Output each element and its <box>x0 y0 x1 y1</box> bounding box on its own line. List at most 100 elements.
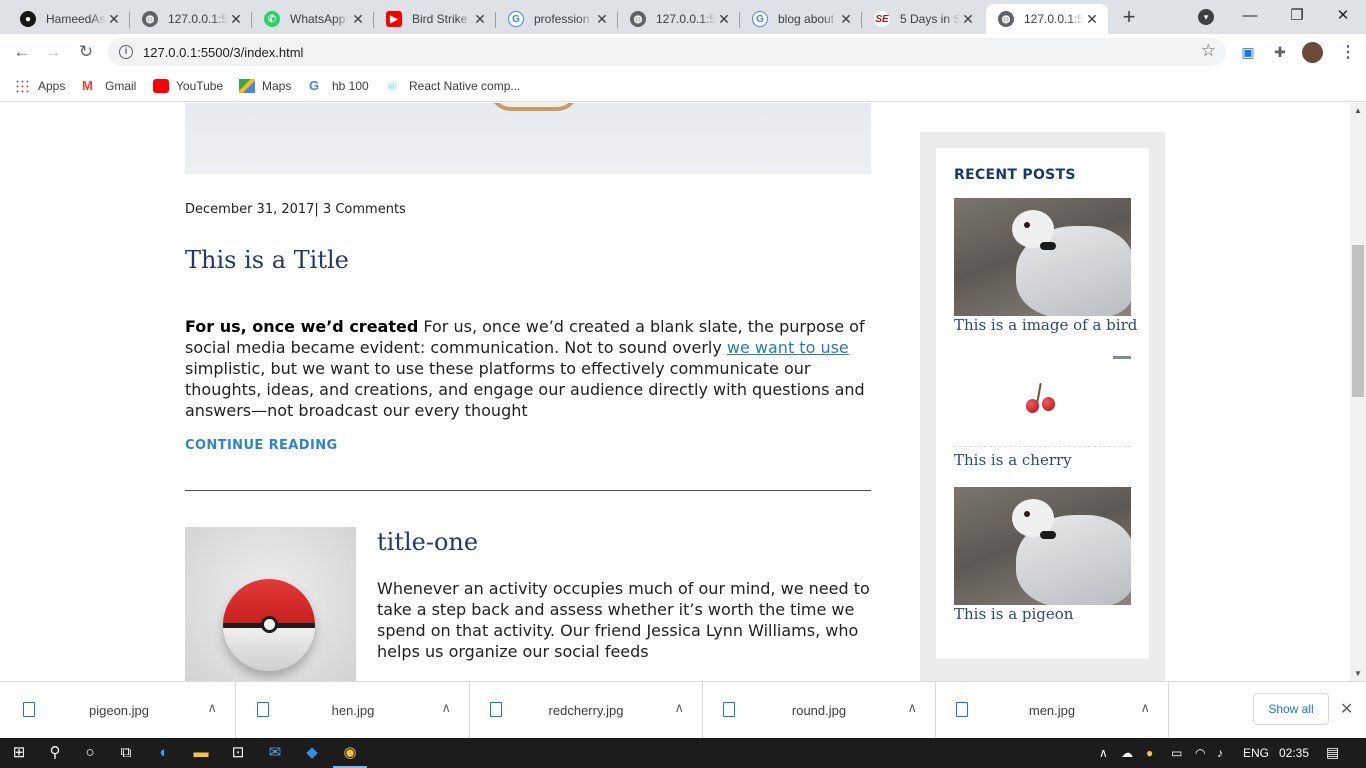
tab-title: Bird Strike <box>412 12 468 26</box>
post-title[interactable]: This is a Title <box>185 246 349 274</box>
recent-post-caption[interactable]: This is a image of a bird <box>954 316 1137 334</box>
chevron-up-icon[interactable]: ∧ <box>674 700 684 716</box>
download-item[interactable]: pigeon.jpg ∧ <box>2 682 236 739</box>
continue-reading-link[interactable]: CONTINUE READING <box>185 438 338 453</box>
tab-google-2[interactable]: G blog about ✕ <box>740 4 862 34</box>
chevron-up-icon[interactable]: ∧ <box>441 700 451 716</box>
recent-posts-heading: RECENT POSTS <box>954 167 1076 183</box>
battery-icon[interactable]: ▭ <box>1171 746 1182 760</box>
recent-post-caption[interactable]: This is a cherry <box>954 451 1072 469</box>
post-thumbnail[interactable] <box>185 527 356 681</box>
address-bar[interactable]: i 127.0.0.1:5500/3/index.html ☆ <box>108 38 1226 66</box>
tab-localhost-2[interactable]: ◍ 127.0.0.1:5 ✕ <box>618 4 740 34</box>
close-icon[interactable]: ✕ <box>106 11 122 28</box>
close-icon[interactable]: ✕ <box>594 11 610 28</box>
recent-post-image-bird[interactable] <box>954 198 1131 316</box>
post-title[interactable]: title-one <box>377 528 478 556</box>
vscode-icon[interactable]: ◆ <box>301 742 323 764</box>
excerpt-text: simplistic, but we want to use these pla… <box>185 359 865 420</box>
download-item[interactable]: hen.jpg ∧ <box>236 682 470 739</box>
restore-button[interactable]: ❐ <box>1274 4 1320 28</box>
extensions-puzzle-icon[interactable]: ✚ <box>1271 43 1289 61</box>
tab-title: 127.0.0.1:5 <box>1024 12 1084 26</box>
profile-avatar[interactable] <box>1302 42 1323 63</box>
chevron-up-icon[interactable]: ∧ <box>907 700 917 716</box>
mail-icon[interactable]: ✉ <box>264 742 286 764</box>
task-view-icon[interactable]: ⧉ <box>115 742 137 764</box>
menu-icon[interactable]: ⋮ <box>1340 42 1356 62</box>
chevron-up-icon[interactable]: ∧ <box>1140 700 1150 716</box>
file-explorer-icon[interactable]: ▬ <box>190 742 212 764</box>
recent-post-image-cherry[interactable] <box>954 353 1131 449</box>
notifications-icon[interactable]: ▤ <box>1326 744 1339 761</box>
pokeball-image <box>223 579 315 671</box>
excerpt-link[interactable]: we want to use <box>727 338 849 357</box>
close-icon[interactable]: ✕ <box>960 11 976 28</box>
tab-strip: ● HameedAs ✕ ◍ 127.0.0.1:5 ✕ ✆ WhatsApp … <box>0 0 1366 34</box>
volume-icon[interactable]: ♪ <box>1217 746 1223 760</box>
tab-search-icon[interactable]: ▾ <box>1198 9 1214 25</box>
scrollbar-thumb[interactable] <box>1352 245 1364 397</box>
tab-localhost-1[interactable]: ◍ 127.0.0.1:5 ✕ <box>130 4 252 34</box>
browser-toolbar: ← → ↻ i 127.0.0.1:5500/3/index.html ☆ ▣ … <box>0 34 1366 70</box>
security-icon[interactable]: ● <box>1146 746 1153 760</box>
tab-localhost-active[interactable]: ◍ 127.0.0.1:5 ✕ <box>986 4 1108 34</box>
bookmark-youtube[interactable]: YouTube <box>153 77 223 95</box>
bookmark-hb100[interactable]: G hb 100 <box>309 77 369 95</box>
close-icon[interactable]: ✕ <box>350 11 366 28</box>
recent-post-image-pigeon[interactable] <box>954 487 1131 605</box>
close-icon[interactable]: ✕ <box>1340 699 1353 719</box>
forward-icon[interactable]: → <box>41 40 65 64</box>
cortana-icon[interactable]: ○ <box>79 742 101 764</box>
site-info-icon[interactable]: i <box>119 45 133 59</box>
clock[interactable]: 02:35 <box>1279 746 1309 760</box>
vertical-scrollbar[interactable]: ▲ ▼ <box>1350 103 1366 681</box>
bookmark-apps[interactable]: Apps <box>15 77 65 95</box>
onedrive-icon[interactable]: ☁ <box>1121 746 1133 760</box>
language-indicator[interactable]: ENG <box>1243 746 1269 760</box>
google-icon: G <box>752 11 768 27</box>
react-icon: ⚛ <box>386 78 399 94</box>
bookmark-react-native[interactable]: ⚛ React Native comp... <box>386 77 520 95</box>
bookmark-maps[interactable]: Maps <box>239 77 291 95</box>
bookmark-label: YouTube <box>176 79 224 93</box>
close-icon[interactable]: ✕ <box>472 11 488 28</box>
post-meta: December 31, 2017| 3 Comments <box>185 202 406 217</box>
show-hidden-icons[interactable]: ∧ <box>1099 746 1108 760</box>
recent-post-caption[interactable]: This is a pigeon <box>954 605 1073 623</box>
bookmark-gmail[interactable]: M Gmail <box>82 77 136 95</box>
windows-start-icon[interactable]: ⊞ <box>8 742 30 764</box>
reload-icon[interactable]: ↻ <box>74 40 98 64</box>
store-icon[interactable]: ⊡ <box>227 742 249 764</box>
close-icon[interactable]: ✕ <box>228 11 244 28</box>
bookmark-star-icon[interactable]: ☆ <box>1201 41 1216 61</box>
back-icon[interactable]: ← <box>10 40 34 64</box>
search-icon[interactable]: ⚲ <box>44 742 66 764</box>
show-all-button[interactable]: Show all <box>1253 693 1329 725</box>
tab-github[interactable]: ● HameedAs ✕ <box>8 4 130 34</box>
tab-google-1[interactable]: G profession ✕ <box>496 4 618 34</box>
download-item[interactable]: men.jpg ∧ <box>935 682 1169 739</box>
download-item[interactable]: round.jpg ∧ <box>702 682 936 739</box>
window-close-button[interactable]: ✕ <box>1320 4 1366 28</box>
minimize-button[interactable]: — <box>1227 4 1273 28</box>
download-item[interactable]: redcherry.jpg ∧ <box>469 682 703 739</box>
tab-youtube[interactable]: ▶ Bird Strike ✕ <box>374 4 496 34</box>
chevron-up-icon[interactable]: ∧ <box>207 700 217 716</box>
url-text[interactable]: 127.0.0.1:5500/3/index.html <box>143 45 303 60</box>
tab-whatsapp[interactable]: ✆ WhatsApp ✕ <box>252 4 374 34</box>
close-icon[interactable]: ✕ <box>716 11 732 28</box>
screencast-extension-icon[interactable]: ▣ <box>1239 43 1257 61</box>
close-icon[interactable]: ✕ <box>1084 11 1100 28</box>
new-tab-button[interactable]: + <box>1117 4 1141 30</box>
chrome-icon[interactable]: ◉ <box>333 742 367 768</box>
tab-5-days[interactable]: SE 5 Days in S ✕ <box>862 4 984 34</box>
bookmark-label: Gmail <box>105 79 137 93</box>
close-icon[interactable]: ✕ <box>838 11 854 28</box>
youtube-icon: ▶ <box>386 11 402 27</box>
apps-grid-icon <box>15 79 31 93</box>
wifi-icon[interactable]: ◠ <box>1195 746 1205 760</box>
scroll-up-icon[interactable]: ▲ <box>1354 106 1362 115</box>
edge-icon[interactable]: ◐ <box>153 742 175 764</box>
scroll-down-icon[interactable]: ▼ <box>1354 669 1362 678</box>
